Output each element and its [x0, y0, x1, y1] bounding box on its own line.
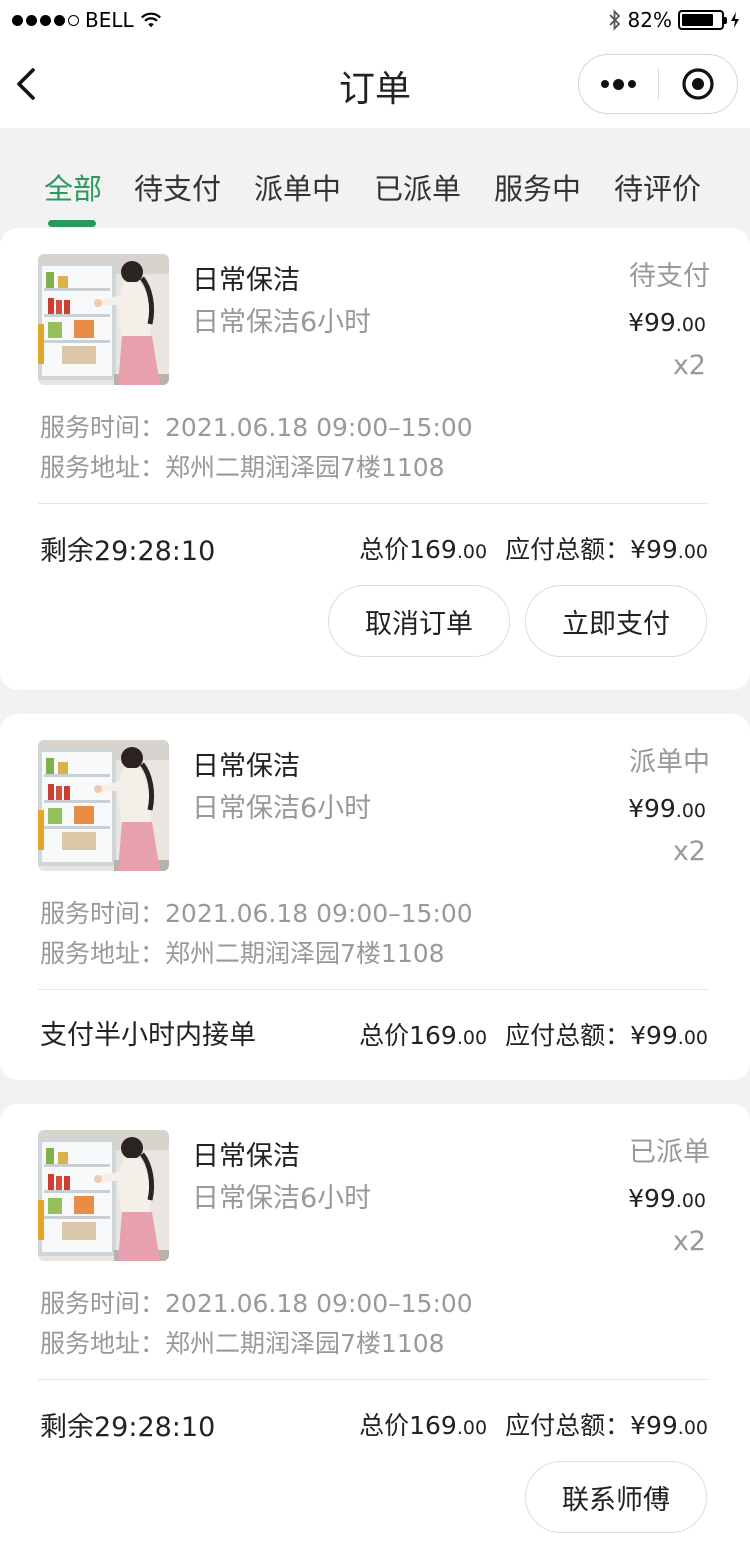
service-thumbnail: [38, 740, 169, 871]
unit-price: ¥99.00: [628, 1184, 706, 1213]
unit-price: ¥99.00: [628, 308, 706, 337]
service-description: 日常保洁6小时: [192, 307, 372, 338]
service-address: 服务地址：郑州二期润泽园7楼1108: [40, 453, 445, 482]
quantity: x2: [672, 350, 706, 381]
quantity: x2: [672, 1226, 706, 1257]
close-mini-program-icon[interactable]: [659, 55, 737, 113]
carrier-name: BELL: [85, 8, 134, 32]
order-status: 待支付: [629, 261, 710, 292]
service-description: 日常保洁6小时: [192, 793, 372, 824]
order-totals: 总价169.00 应付总额：¥99.00: [359, 1021, 708, 1050]
tab-all[interactable]: 全部: [44, 166, 102, 208]
order-status: 派单中: [629, 747, 710, 778]
mini-program-capsule: [578, 54, 738, 114]
service-description: 日常保洁6小时: [192, 1183, 372, 1214]
cancel-order-button[interactable]: 取消订单: [328, 585, 510, 657]
order-card[interactable]: 日常保洁 日常保洁6小时 待支付 ¥99.00 x2 服务时间：2021.06.…: [0, 228, 750, 690]
order-card[interactable]: 日常保洁 日常保洁6小时 已派单 ¥99.00 x2 服务时间：2021.06.…: [0, 1104, 750, 1542]
tab-pending-review[interactable]: 待评价: [614, 166, 701, 208]
signal-strength-icon: [12, 14, 79, 26]
order-status-tabs: 全部 待支付 派单中 已派单 服务中 待评价: [0, 128, 750, 228]
countdown-text: 剩余29:28:10: [40, 536, 216, 567]
status-bar: BELL 82%: [0, 0, 750, 40]
divider: [38, 989, 708, 990]
tab-dispatched[interactable]: 已派单: [374, 166, 461, 208]
divider: [38, 503, 708, 504]
order-totals: 总价169.00 应付总额：¥99.00: [359, 1411, 708, 1440]
service-name: 日常保洁: [192, 1141, 300, 1172]
order-totals: 总价169.00 应付总额：¥99.00: [359, 535, 708, 564]
service-time: 服务时间：2021.06.18 09:00–15:00: [40, 899, 473, 928]
nav-bar: 订单: [0, 40, 750, 128]
battery-icon: [678, 10, 727, 30]
service-address: 服务地址：郑州二期润泽园7楼1108: [40, 939, 445, 968]
more-options-icon[interactable]: [579, 55, 658, 113]
status-right: 82%: [608, 8, 740, 32]
countdown-text: 剩余29:28:10: [40, 1412, 216, 1443]
tab-active-indicator: [48, 220, 96, 227]
service-thumbnail: [38, 1130, 169, 1261]
wifi-icon: [140, 12, 161, 28]
unit-price: ¥99.00: [628, 794, 706, 823]
battery-percent: 82%: [627, 8, 672, 32]
service-name: 日常保洁: [192, 265, 300, 296]
tab-dispatching[interactable]: 派单中: [254, 166, 341, 208]
charging-icon: [731, 12, 739, 28]
pay-now-button[interactable]: 立即支付: [525, 585, 707, 657]
service-thumbnail: [38, 254, 169, 385]
divider: [38, 1379, 708, 1380]
order-status: 已派单: [629, 1137, 710, 1168]
service-address: 服务地址：郑州二期润泽园7楼1108: [40, 1329, 445, 1358]
bluetooth-icon: [608, 9, 620, 31]
service-name: 日常保洁: [192, 751, 300, 782]
quantity: x2: [672, 836, 706, 867]
tab-pending-payment[interactable]: 待支付: [134, 166, 221, 208]
order-card[interactable]: 日常保洁 日常保洁6小时 派单中 ¥99.00 x2 服务时间：2021.06.…: [0, 714, 750, 1080]
service-time: 服务时间：2021.06.18 09:00–15:00: [40, 1289, 473, 1318]
service-time: 服务时间：2021.06.18 09:00–15:00: [40, 413, 473, 442]
status-left: BELL: [12, 8, 162, 32]
battery-level: [682, 14, 714, 26]
contact-worker-button[interactable]: 联系师傅: [525, 1461, 707, 1533]
acceptance-note: 支付半小时内接单: [40, 1020, 256, 1051]
tab-in-service[interactable]: 服务中: [494, 166, 581, 208]
